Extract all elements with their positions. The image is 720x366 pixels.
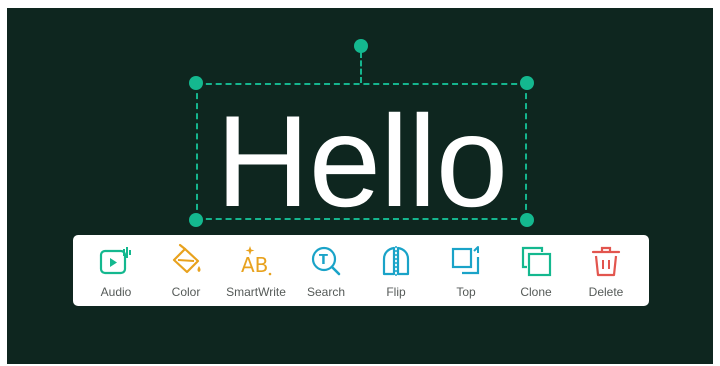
context-toolbar: Audio Color AB SmartWrite T Search Flip …	[73, 235, 649, 306]
resize-handle-top-right[interactable]	[520, 76, 534, 90]
top-button[interactable]: Top	[432, 243, 500, 299]
whiteboard-canvas[interactable]: Hello Audio Color AB SmartWrite T Search…	[7, 8, 713, 364]
smartwrite-icon: AB	[241, 245, 272, 277]
clone-label: Clone	[520, 284, 552, 299]
smartwrite-button[interactable]: AB SmartWrite	[222, 243, 290, 299]
resize-handle-bottom-right[interactable]	[520, 213, 534, 227]
top-label: Top	[456, 284, 476, 299]
flip-button[interactable]: Flip	[362, 243, 430, 299]
delete-label: Delete	[588, 284, 624, 299]
svg-text:AB: AB	[241, 253, 268, 277]
resize-handle-top-left[interactable]	[189, 76, 203, 90]
search-button[interactable]: T Search	[292, 243, 360, 299]
audio-button[interactable]: Audio	[82, 243, 150, 299]
color-button[interactable]: Color	[152, 243, 220, 299]
svg-text:T: T	[319, 253, 328, 268]
flip-icon	[382, 245, 410, 276]
paint-bucket-icon	[172, 243, 201, 273]
selected-text-object[interactable]: Hello	[196, 96, 527, 226]
clone-button[interactable]: Clone	[502, 243, 570, 299]
search-label: Search	[306, 284, 346, 299]
search-icon: T	[311, 246, 341, 275]
delete-button[interactable]: Delete	[572, 243, 640, 299]
clone-icon	[521, 246, 552, 276]
rotate-connector-line	[360, 52, 362, 83]
bring-to-top-icon	[451, 245, 480, 274]
color-label: Color	[171, 284, 201, 299]
smartwrite-label: SmartWrite	[226, 284, 286, 299]
rotate-handle[interactable]	[354, 39, 368, 53]
audio-icon	[99, 246, 131, 274]
resize-handle-bottom-left[interactable]	[189, 213, 203, 227]
audio-label: Audio	[100, 284, 132, 299]
trash-icon	[591, 246, 621, 276]
flip-label: Flip	[386, 284, 406, 299]
